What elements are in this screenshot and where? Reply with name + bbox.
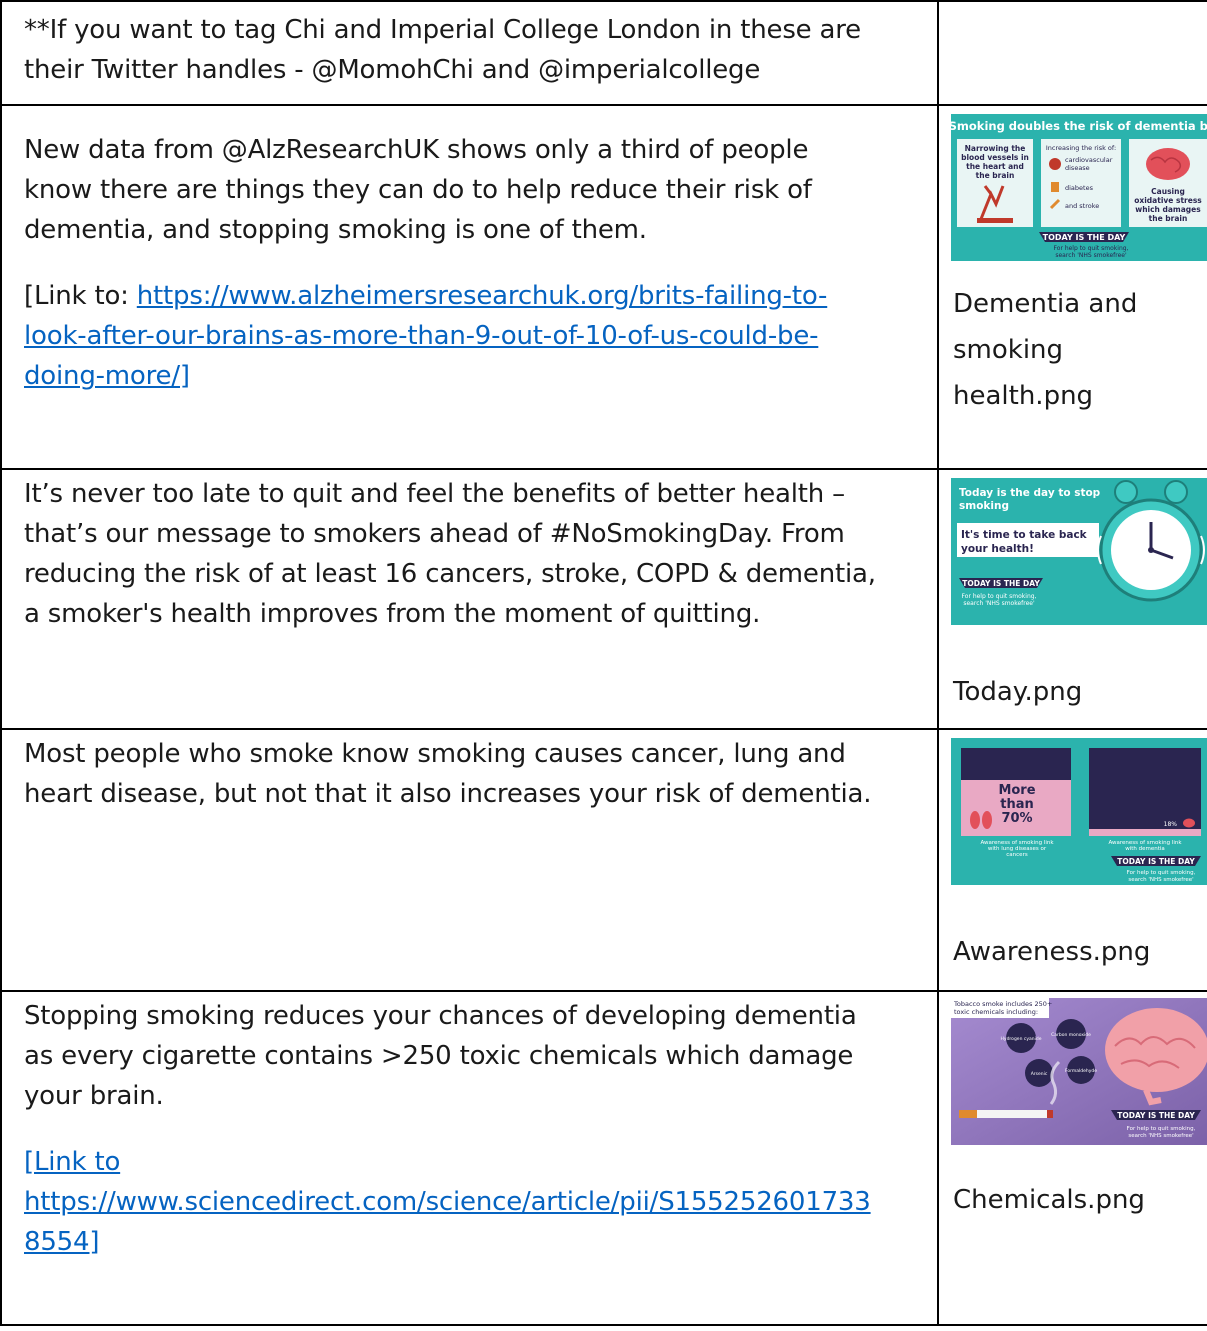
link-line: [Link to	[2, 1142, 937, 1182]
svg-text:For help to quit smoking,: For help to quit smoking,	[962, 593, 1037, 600]
table-row: New data from @AlzResearchUK shows only …	[0, 104, 1207, 470]
text-line: your brain.	[24, 1081, 164, 1111]
sciencedirect-link[interactable]: https://www.sciencedirect.com/science/ar…	[24, 1187, 871, 1217]
svg-text:TODAY IS THE DAY: TODAY IS THE DAY	[1117, 1111, 1195, 1120]
svg-text:70%: 70%	[1001, 811, 1032, 826]
svg-text:Today is the day to stop: Today is the day to stop	[959, 487, 1101, 499]
image-cell	[937, 0, 1207, 106]
link-prefix[interactable]: [Link to	[24, 1147, 120, 1177]
link-line: [Link to: https://www.alzheimersresearch…	[2, 276, 937, 316]
link-line: look-after-our-brains-as-more-than-9-out…	[2, 316, 937, 356]
image-cell: Tobacco smoke includes 250+ toxic chemic…	[937, 990, 1207, 1326]
svg-text:your health!: your health!	[961, 543, 1034, 555]
text-line: reducing the risk of at least 16 cancers…	[24, 559, 876, 589]
dementia-smoking-thumbnail: Smoking doubles the risk of dementia by …	[951, 114, 1207, 261]
copy-cell: New data from @AlzResearchUK shows only …	[0, 104, 939, 470]
svg-text:TODAY IS THE DAY: TODAY IS THE DAY	[962, 579, 1040, 588]
link-line: doing-more/]	[2, 356, 937, 396]
sciencedirect-link-end[interactable]: 8554]	[24, 1227, 100, 1257]
svg-text:Formaldehyde: Formaldehyde	[1065, 1068, 1097, 1074]
svg-text:the brain: the brain	[1149, 214, 1188, 223]
svg-text:the brain: the brain	[976, 171, 1015, 180]
svg-text:Increasing the risk of:: Increasing the risk of:	[1046, 144, 1116, 152]
image-cell: More than 70% 18% Awareness of smoking l…	[937, 728, 1207, 992]
svg-text:For help to quit smoking,: For help to quit smoking,	[1054, 245, 1129, 252]
chemicals-thumbnail: Tobacco smoke includes 250+ toxic chemic…	[951, 998, 1207, 1145]
table-row: It’s never too late to quit and feel the…	[0, 468, 1207, 730]
text-line: know there are things they can do to hel…	[24, 175, 812, 205]
svg-text:Tobacco smoke includes 250+: Tobacco smoke includes 250+	[953, 1000, 1052, 1008]
alzheimers-research-link[interactable]: https://www.alzheimersresearchuk.org/bri…	[137, 281, 828, 311]
image-filename: Dementia and	[953, 289, 1138, 319]
content-table: **If you want to tag Chi and Imperial Co…	[0, 0, 1207, 1326]
svg-text:search 'NHS smokefree': search 'NHS smokefree'	[1055, 252, 1127, 259]
image-cell: Smoking doubles the risk of dementia by …	[937, 104, 1207, 470]
svg-text:For help to quit smoking,: For help to quit smoking,	[1127, 1126, 1196, 1132]
copy-cell: Stopping smoking reduces your chances of…	[0, 990, 939, 1326]
text-line: a smoker's health improves from the mome…	[24, 599, 761, 629]
svg-text:Arsenic: Arsenic	[1031, 1071, 1048, 1077]
thumb-title: Smoking doubles the risk of dementia by	[951, 119, 1207, 133]
text-line: Most people who smoke know smoking cause…	[24, 739, 846, 769]
svg-text:which damages: which damages	[1135, 205, 1201, 214]
svg-text:More: More	[998, 783, 1035, 798]
svg-text:search 'NHS smokefree': search 'NHS smokefree'	[1128, 1133, 1193, 1139]
svg-text:search 'NHS smokefree': search 'NHS smokefree'	[1128, 877, 1193, 883]
svg-text:18%: 18%	[1164, 821, 1178, 828]
alzheimers-research-link-end[interactable]: doing-more/]	[24, 361, 190, 391]
image-filename: Today.png	[953, 677, 1083, 707]
link-line: https://www.sciencedirect.com/science/ar…	[2, 1182, 937, 1222]
svg-text:and stroke: and stroke	[1065, 202, 1099, 210]
image-filename: Chemicals.png	[953, 1185, 1145, 1215]
svg-text:TODAY IS THE DAY: TODAY IS THE DAY	[1117, 857, 1195, 866]
svg-text:smoking: smoking	[959, 500, 1009, 512]
table-row: **If you want to tag Chi and Imperial Co…	[0, 0, 1207, 106]
table-row: Stopping smoking reduces your chances of…	[0, 990, 1207, 1326]
text-line: It’s never too late to quit and feel the…	[24, 479, 845, 509]
svg-text:Carbon monoxide: Carbon monoxide	[1051, 1032, 1091, 1038]
text-line: that’s our message to smokers ahead of #…	[24, 519, 845, 549]
svg-text:with dementia: with dementia	[1125, 846, 1165, 852]
link-prefix: [Link to:	[24, 281, 137, 311]
svg-text:Hydrogen cyanide: Hydrogen cyanide	[1001, 1036, 1042, 1042]
today-thumbnail: Today is the day to stop smoking It's ti…	[951, 478, 1207, 625]
svg-text:diabetes: diabetes	[1065, 184, 1094, 192]
table-row: Most people who smoke know smoking cause…	[0, 728, 1207, 992]
text-line: Stopping smoking reduces your chances of…	[24, 1001, 857, 1031]
text-line: heart disease, but not that it also incr…	[24, 779, 872, 809]
text-line: New data from @AlzResearchUK shows only …	[24, 135, 809, 165]
svg-text:cancers: cancers	[1006, 852, 1028, 858]
svg-text:For help to quit smoking,: For help to quit smoking,	[1127, 870, 1196, 876]
svg-text:TODAY IS THE DAY: TODAY IS THE DAY	[1043, 233, 1126, 242]
text-line: as every cigarette contains >250 toxic c…	[24, 1041, 854, 1071]
svg-text:search 'NHS smokefree': search 'NHS smokefree'	[963, 600, 1035, 607]
svg-text:oxidative stress: oxidative stress	[1134, 196, 1202, 205]
copy-cell: Most people who smoke know smoking cause…	[0, 728, 939, 992]
svg-text:disease: disease	[1065, 164, 1090, 172]
copy-cell: It’s never too late to quit and feel the…	[0, 468, 939, 730]
image-cell: Today is the day to stop smoking It's ti…	[937, 468, 1207, 730]
text-line: dementia, and stopping smoking is one of…	[24, 215, 647, 245]
image-filename: Awareness.png	[953, 937, 1151, 967]
awareness-thumbnail: More than 70% 18% Awareness of smoking l…	[951, 738, 1207, 885]
svg-text:Causing: Causing	[1151, 187, 1185, 196]
svg-text:blood vessels in: blood vessels in	[961, 153, 1029, 162]
svg-text:cardiovascular: cardiovascular	[1065, 156, 1113, 164]
svg-text:than: than	[1000, 797, 1034, 812]
copy-cell: **If you want to tag Chi and Imperial Co…	[0, 0, 939, 106]
svg-text:Narrowing the: Narrowing the	[965, 144, 1026, 153]
svg-text:It's time to take back: It's time to take back	[961, 529, 1088, 541]
svg-text:toxic chemicals including:: toxic chemicals including:	[954, 1008, 1038, 1016]
text-line: their Twitter handles - @MomohChi and @i…	[24, 55, 761, 85]
svg-text:the heart and: the heart and	[966, 162, 1024, 171]
text-line: **If you want to tag Chi and Imperial Co…	[24, 15, 861, 45]
image-filename: smoking	[953, 335, 1064, 365]
link-line: 8554]	[2, 1222, 937, 1262]
alzheimers-research-link-cont[interactable]: look-after-our-brains-as-more-than-9-out…	[24, 321, 819, 351]
image-filename: health.png	[953, 381, 1094, 411]
